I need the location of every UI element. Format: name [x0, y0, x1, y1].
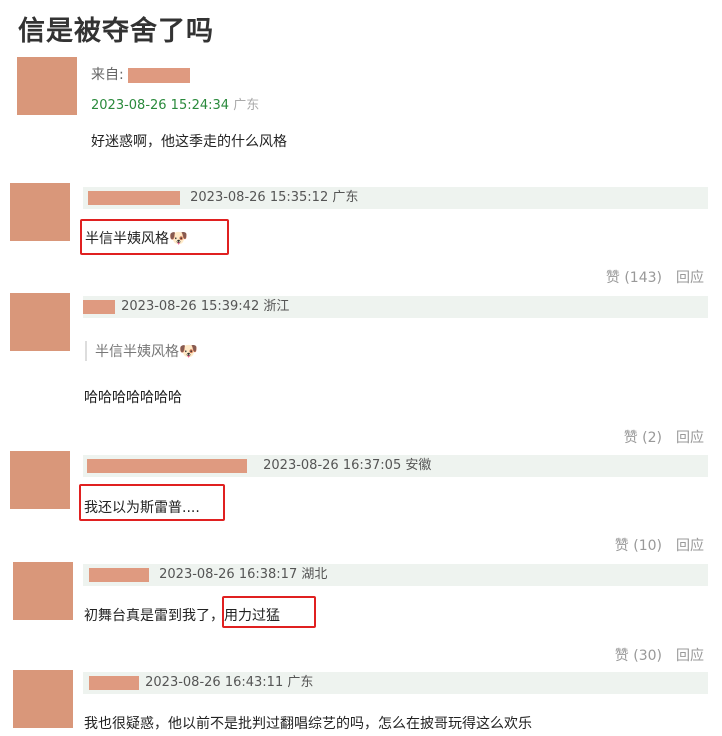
redacted-username	[128, 67, 191, 83]
redacted-username[interactable]	[89, 568, 149, 582]
comment-content: 我也很疑惑，他以前不是批判过翻唱综艺的吗，怎么在披哥玩得这么欢乐	[84, 716, 532, 732]
like-button[interactable]: 赞 (10)	[615, 538, 662, 554]
like-button[interactable]: 赞 (2)	[624, 430, 662, 446]
like-button[interactable]: 赞 (30)	[615, 648, 662, 664]
comment-timestamp: 2023-08-26 15:39:42	[121, 299, 260, 314]
avatar[interactable]	[17, 57, 77, 115]
comment-actions: 赞 (10) 回应	[601, 535, 704, 555]
comment-region: 浙江	[263, 299, 290, 314]
comment-actions: 赞 (143) 回应	[592, 267, 704, 287]
avatar[interactable]	[13, 562, 73, 620]
from-label: 来自:	[91, 67, 129, 83]
comment-meta: 2023-08-26 15:39:42 浙江	[83, 296, 708, 318]
comment-region: 安徽	[405, 458, 432, 473]
highlight-box	[80, 219, 229, 255]
avatar[interactable]	[10, 183, 70, 241]
comment-timestamp: 2023-08-26 16:43:11	[145, 675, 284, 690]
page-title: 信是被夺舍了吗	[18, 16, 214, 47]
reply-button[interactable]: 回应	[676, 270, 704, 286]
avatar[interactable]	[13, 670, 73, 728]
redacted-username[interactable]	[83, 300, 115, 314]
comment-actions: 赞 (30) 回应	[601, 645, 704, 665]
comment-region: 广东	[332, 190, 359, 205]
comment-region: 广东	[287, 675, 314, 690]
quote-text: 半信半姨风格	[95, 344, 179, 360]
redacted-username[interactable]	[89, 676, 139, 690]
redacted-username[interactable]	[87, 459, 247, 473]
reply-button[interactable]: 回应	[676, 538, 704, 554]
comment-text: 初舞台真是雷到我了，	[84, 608, 224, 624]
comment-timestamp: 2023-08-26 16:38:17	[159, 567, 298, 582]
post-timestamp: 2023-08-26 15:24:34	[91, 98, 230, 113]
comment-meta: 2023-08-26 16:43:11 广东	[83, 672, 708, 694]
dog-emoji-icon: 🐶	[179, 342, 198, 360]
post-region: 广东	[233, 98, 260, 113]
comment-region: 湖北	[301, 567, 328, 582]
comment-timestamp: 2023-08-26 15:35:12	[190, 190, 329, 205]
like-button[interactable]: 赞 (143)	[606, 270, 662, 286]
reply-button[interactable]: 回应	[676, 430, 704, 446]
redacted-username[interactable]	[88, 191, 180, 205]
comment-meta: 2023-08-26 16:37:05 安徽	[83, 455, 708, 477]
quoted-comment: 半信半姨风格🐶	[85, 341, 198, 361]
comment-meta: 2023-08-26 15:35:12 广东	[83, 187, 708, 209]
comment-meta: 2023-08-26 16:38:17 湖北	[83, 564, 708, 586]
comment-content: 哈哈哈哈哈哈哈	[84, 390, 182, 406]
comment-timestamp: 2023-08-26 16:37:05	[263, 458, 402, 473]
comment-actions: 赞 (2) 回应	[610, 427, 704, 447]
highlight-box	[222, 596, 316, 628]
highlight-box	[79, 484, 225, 521]
reply-button[interactable]: 回应	[676, 648, 704, 664]
post-timestamp-line: 2023-08-26 15:24:34 广东	[91, 94, 259, 113]
post-from-line: 来自:	[91, 64, 191, 84]
avatar[interactable]	[10, 293, 70, 351]
avatar[interactable]	[10, 451, 70, 509]
post-content: 好迷惑啊，他这季走的什么风格	[91, 134, 287, 150]
